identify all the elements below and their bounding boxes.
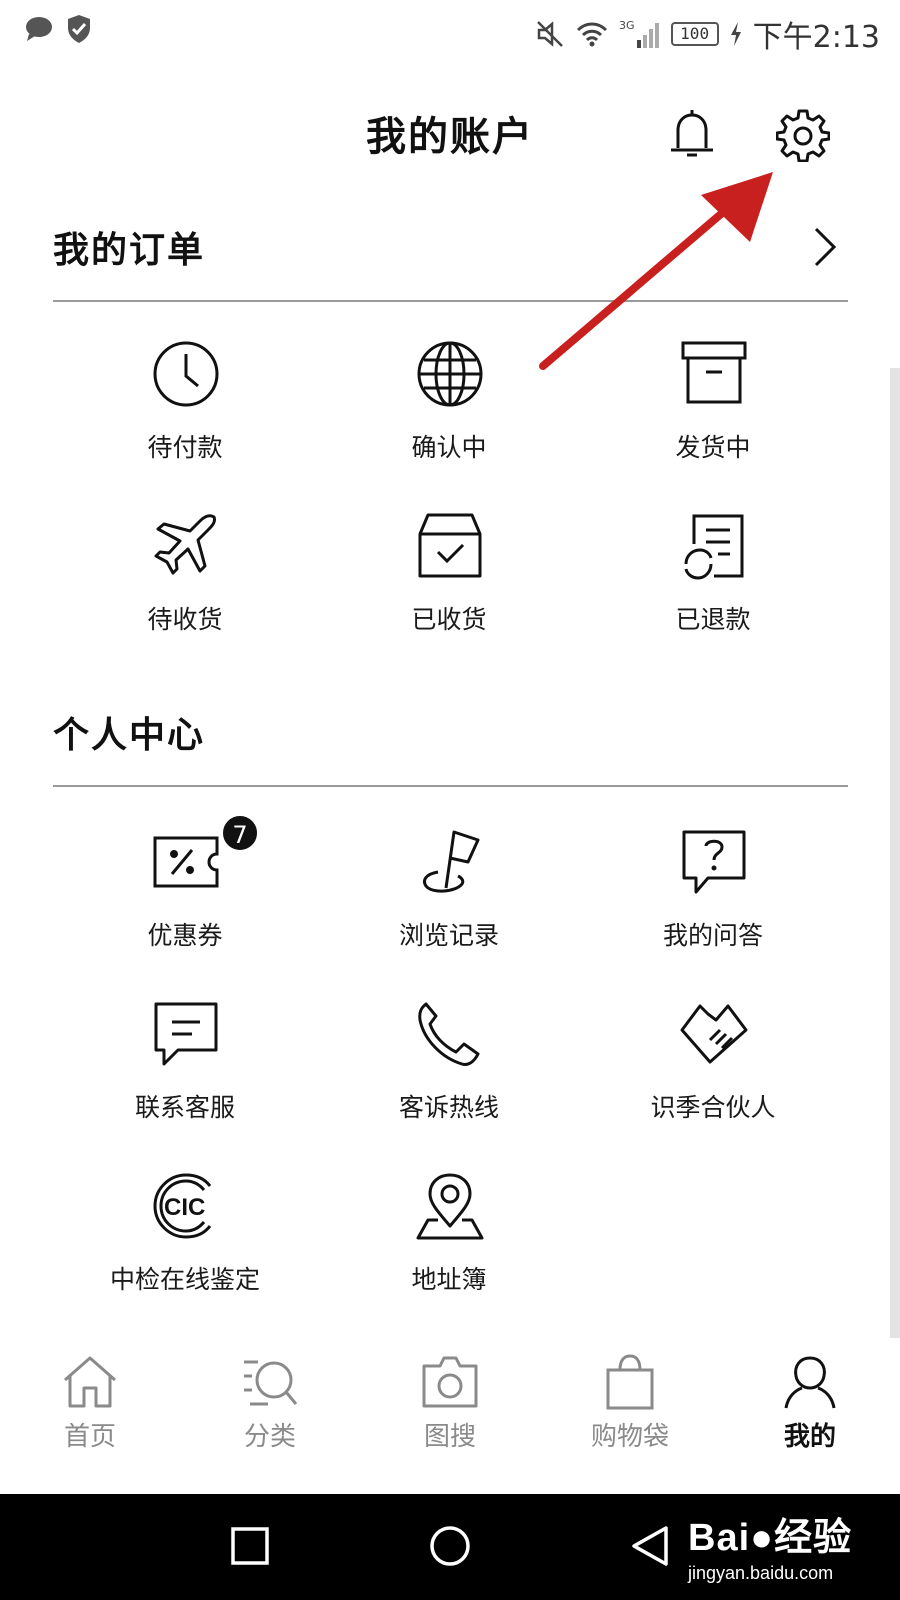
- nav-label: 我的: [783, 1422, 836, 1452]
- shopping-bag-icon: [606, 1354, 654, 1410]
- personal-item-label: 识季合伙人: [650, 1093, 776, 1122]
- nav-label: 首页: [63, 1422, 116, 1452]
- scrollbar[interactable]: [890, 368, 900, 1338]
- signal-icon: 3G: [619, 19, 659, 48]
- personal-item-label: 浏览记录: [398, 921, 499, 950]
- order-item-label: 发货中: [675, 433, 751, 462]
- watermark-brand-line: Bai●经验: [688, 1506, 852, 1561]
- mute-icon: [536, 21, 563, 47]
- wifi-icon: [576, 22, 607, 47]
- personal-item-cic-appraisal[interactable]: CIC 中检在线鉴定: [53, 1172, 317, 1322]
- order-item-awaiting-receipt[interactable]: 待收货: [53, 512, 317, 662]
- status-bar: 3G 100 下午2:13: [0, 0, 900, 62]
- charging-icon: [730, 22, 741, 46]
- personal-section-title: 个人中心: [53, 714, 206, 756]
- nav-item-home[interactable]: 首页: [30, 1354, 150, 1454]
- personal-item-coupons[interactable]: 7 优惠券: [53, 814, 317, 978]
- system-nav-bar: Bai●经验 jingyan.baidu.com: [0, 1494, 900, 1600]
- personal-item-address-book[interactable]: 地址簿: [317, 1172, 581, 1322]
- order-item-shipping[interactable]: 发货中: [581, 340, 845, 490]
- back-triangle-icon[interactable]: [628, 1524, 672, 1568]
- category-search-icon: [244, 1360, 298, 1406]
- nav-item-category[interactable]: 分类: [210, 1354, 330, 1454]
- home-icon: [64, 1356, 116, 1408]
- flag-icon: [423, 830, 480, 893]
- bottom-nav: 首页 分类 图搜 购物袋 我的: [0, 1340, 900, 1460]
- bell-icon[interactable]: [664, 106, 720, 162]
- location-pin-icon: [416, 1173, 484, 1240]
- personal-item-complaint-hotline[interactable]: 客诉热线: [317, 1000, 581, 1150]
- watermark-brand-suffix: 经验: [774, 1517, 853, 1559]
- nav-label: 分类: [243, 1422, 296, 1452]
- refund-document-icon: [684, 514, 744, 580]
- personal-item-customer-service[interactable]: 联系客服: [53, 1000, 317, 1150]
- coupon-icon: [153, 836, 219, 888]
- personal-item-label: 客诉热线: [398, 1093, 499, 1122]
- home-circle-icon[interactable]: [428, 1524, 472, 1568]
- page-title: 我的账户: [366, 113, 534, 160]
- order-item-received[interactable]: 已收货: [317, 512, 581, 662]
- camera-icon: [422, 1356, 478, 1408]
- order-item-pending-payment[interactable]: 待付款: [53, 340, 317, 490]
- order-item-label: 确认中: [411, 433, 487, 462]
- nav-label: 图搜: [423, 1422, 476, 1452]
- message-icon: [26, 17, 52, 41]
- nav-item-me[interactable]: 我的: [750, 1354, 870, 1454]
- watermark-url: jingyan.baidu.com: [688, 1563, 834, 1583]
- handshake-icon: [680, 1004, 748, 1064]
- question-bubble-icon: [682, 830, 746, 894]
- cic-logo-text: CIC: [164, 1194, 205, 1221]
- archive-box-icon: [681, 341, 747, 404]
- nav-label: 购物袋: [590, 1422, 669, 1452]
- personal-item-history[interactable]: 浏览记录: [317, 828, 581, 978]
- recent-apps-icon[interactable]: [228, 1524, 272, 1568]
- user-icon: [784, 1356, 836, 1409]
- personal-item-qa[interactable]: 我的问答: [581, 828, 845, 978]
- baidu-watermark: Bai●经验 jingyan.baidu.com: [688, 1506, 852, 1584]
- personal-item-label: 中检在线鉴定: [109, 1265, 260, 1294]
- personal-divider: [53, 785, 848, 787]
- personal-item-label: 联系客服: [134, 1093, 235, 1122]
- status-right: 3G 100 下午2:13: [535, 12, 880, 56]
- order-item-confirming[interactable]: 确认中: [317, 340, 581, 490]
- personal-item-partner[interactable]: 识季合伙人: [581, 1000, 845, 1150]
- orders-section-title: 我的订单: [53, 229, 206, 271]
- personal-item-label: 地址簿: [411, 1265, 487, 1294]
- airplane-icon: [154, 514, 216, 575]
- order-item-refunded[interactable]: 已退款: [581, 512, 845, 662]
- watermark-brand: Bai: [688, 1517, 751, 1559]
- coupon-count-badge: 7: [221, 814, 259, 852]
- personal-item-label: 优惠券: [147, 921, 223, 950]
- nav-item-shopping-bag[interactable]: 购物袋: [570, 1354, 690, 1454]
- globe-icon: [417, 341, 483, 407]
- chevron-right-icon[interactable]: [812, 226, 838, 268]
- battery-icon: 100: [670, 22, 719, 46]
- shield-icon: [68, 15, 90, 43]
- paw-icon: ●: [750, 1517, 775, 1559]
- phone-icon: [418, 1002, 480, 1066]
- status-time: 下午2:13: [752, 20, 880, 55]
- order-item-label: 已收货: [411, 605, 487, 634]
- order-item-label: 已退款: [675, 605, 751, 634]
- order-item-label: 待付款: [147, 433, 223, 462]
- box-check-icon: [418, 513, 482, 578]
- gear-icon[interactable]: [776, 108, 830, 162]
- nav-item-image-search[interactable]: 图搜: [390, 1354, 510, 1454]
- personal-item-label: 我的问答: [662, 921, 763, 950]
- orders-divider: [53, 300, 848, 302]
- network-type: 3G: [619, 19, 635, 32]
- cic-logo-icon: CIC: [153, 1173, 212, 1239]
- clock-icon: [153, 341, 219, 407]
- order-item-label: 待收货: [147, 605, 223, 634]
- status-left: [24, 14, 92, 44]
- chat-bubble-icon: [154, 1002, 218, 1066]
